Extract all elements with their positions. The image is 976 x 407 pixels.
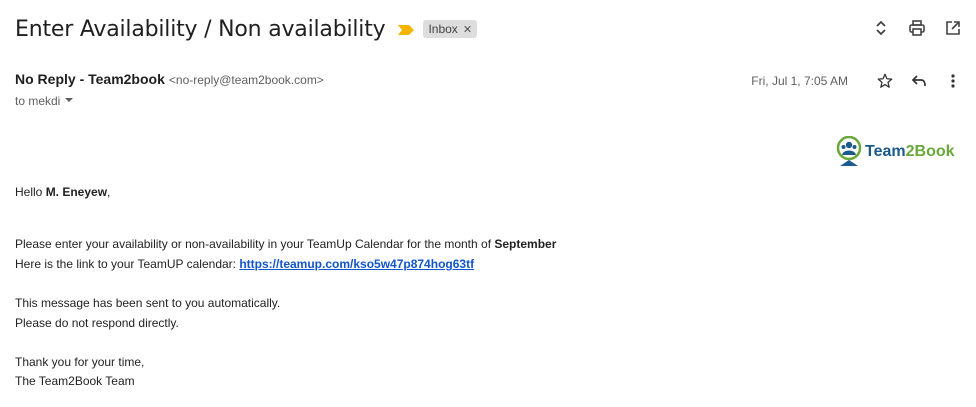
subject-row: Enter Availability / Non availability In… — [15, 14, 976, 44]
email-subject: Enter Availability / Non availability — [15, 16, 386, 42]
close-icon[interactable]: ✕ — [463, 23, 472, 36]
greeting: Hello M. Eneyew, — [15, 185, 111, 199]
team2book-logo: Team2Book — [836, 136, 955, 168]
inbox-label-chip[interactable]: Inbox ✕ — [423, 20, 478, 38]
recipient-text: to mekdi — [15, 94, 61, 108]
more-vert-icon[interactable] — [942, 70, 964, 92]
link-line: Here is the link to your TeamUP calendar… — [15, 257, 475, 271]
auto-message-line: This message has been sent to you automa… — [15, 296, 281, 310]
open-new-window-icon[interactable] — [942, 17, 964, 39]
chevron-down-icon[interactable] — [64, 94, 74, 108]
sender-email: <no-reply@team2book.com> — [168, 73, 324, 87]
importance-marker-icon[interactable] — [397, 23, 415, 35]
expand-collapse-icon[interactable] — [870, 17, 892, 39]
inbox-label-text: Inbox — [428, 22, 458, 36]
thanks-line: Thank you for your time, — [15, 355, 145, 369]
recipient-details[interactable]: to mekdi — [15, 94, 74, 108]
signature-line: The Team2Book Team — [15, 374, 135, 388]
logo-text: Team2Book — [865, 143, 955, 160]
print-icon[interactable] — [906, 17, 928, 39]
team2book-logo-icon — [836, 136, 862, 166]
star-icon[interactable] — [874, 70, 896, 92]
reply-icon[interactable] — [908, 70, 930, 92]
message-actions: Fri, Jul 1, 7:05 AM — [751, 70, 964, 92]
sender-name[interactable]: No Reply - Team2book — [15, 71, 165, 87]
teamup-calendar-link[interactable]: https://teamup.com/kso5w47p874hog63tf — [239, 257, 474, 271]
top-actions — [870, 17, 964, 39]
message-date: Fri, Jul 1, 7:05 AM — [751, 74, 848, 88]
availability-line: Please enter your availability or non-av… — [15, 237, 557, 251]
no-reply-line: Please do not respond directly. — [15, 316, 179, 330]
